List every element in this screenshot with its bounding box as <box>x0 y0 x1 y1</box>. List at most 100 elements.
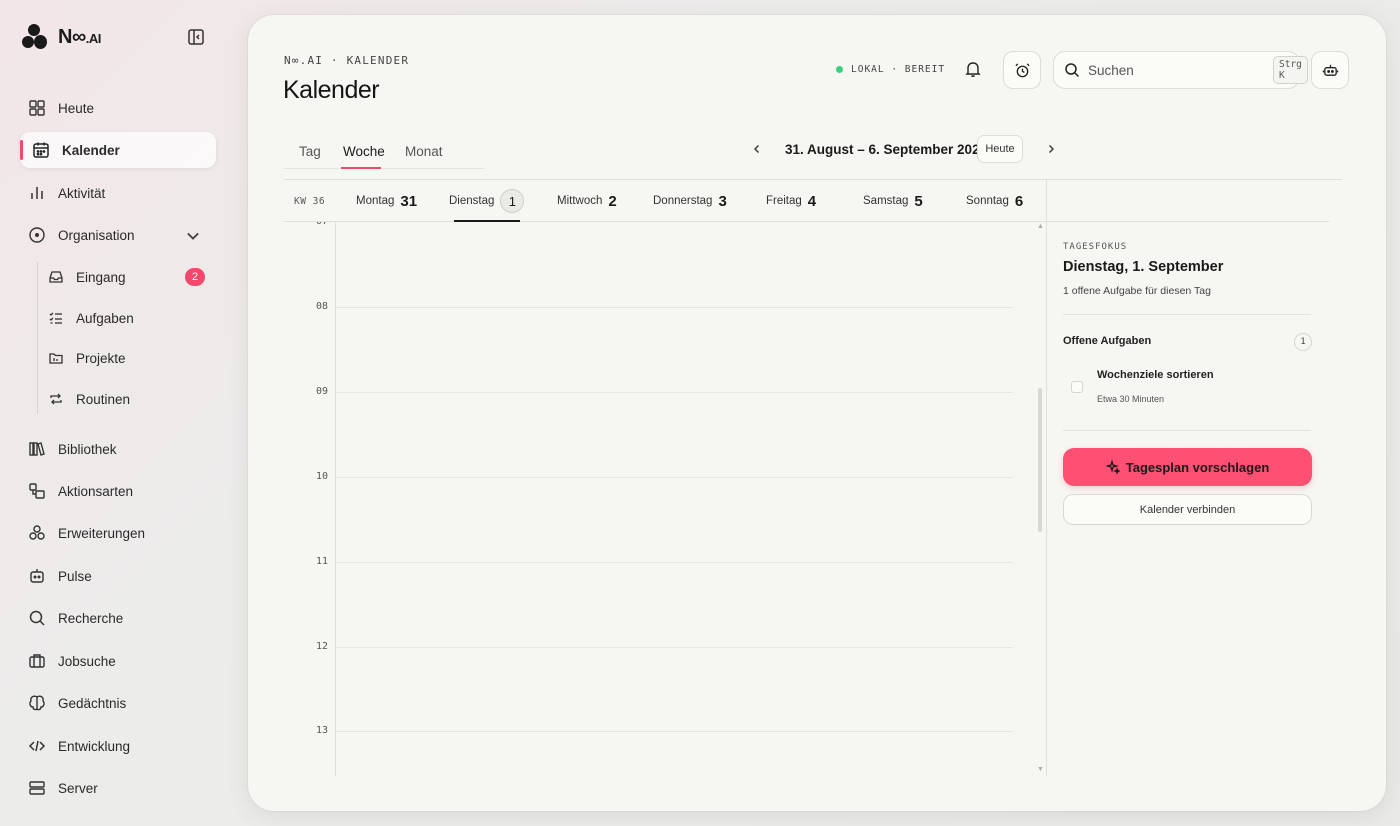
active-tab-indicator <box>341 167 381 169</box>
hour-line <box>336 477 1013 478</box>
search-icon <box>1065 63 1080 78</box>
hour-label: 11 <box>316 556 329 567</box>
briefcase-icon <box>29 654 45 668</box>
day-header-freitag[interactable]: Freitag 4 <box>766 180 816 222</box>
open-tasks-title: Offene Aufgaben <box>1063 335 1152 347</box>
sidebar-item-aufgaben[interactable]: Aufgaben <box>48 302 208 334</box>
chevron-left-icon[interactable] <box>751 143 763 155</box>
sidebar-item-label: Heute <box>58 100 95 116</box>
sidebar-item-eingang[interactable]: Eingang 2 <box>48 261 208 293</box>
day-header-dienstag[interactable]: Dienstag 1 <box>449 180 525 222</box>
sidebar-item-recherche[interactable]: Recherche <box>20 600 216 636</box>
sidebar-item-aktivitaet[interactable]: Aktivität <box>20 175 216 211</box>
day-header-mittwoch[interactable]: Mittwoch 2 <box>557 180 617 222</box>
scroll-up-icon[interactable]: ▲ <box>1037 223 1044 230</box>
sidebar-item-label: Entwicklung <box>58 738 131 754</box>
alarm-button[interactable] <box>1003 51 1041 89</box>
day-name: Dienstag <box>449 195 495 207</box>
sidebar-item-label: Aktivität <box>58 185 106 201</box>
unread-badge: 2 <box>185 268 205 286</box>
sidebar-item-projekte[interactable]: Projekte <box>48 342 208 374</box>
day-number: 6 <box>1014 192 1024 210</box>
search-input[interactable] <box>1088 62 1265 78</box>
week-calendar: KW 36 Montag 31 Dienstag 1 Mittwoch 2 Do… <box>284 179 1342 776</box>
puzzle-icon <box>29 525 45 540</box>
sidebar-item-kalender[interactable]: Kalender <box>20 132 216 168</box>
connect-calendar-button[interactable]: Kalender verbinden <box>1063 494 1312 525</box>
focus-label: TAGESFOKUS <box>1063 242 1128 252</box>
calendar-week-label: KW 36 <box>294 196 326 207</box>
day-name: Mittwoch <box>557 195 603 207</box>
date-range-label: 31. August – 6. September 2026 <box>785 142 988 157</box>
side-panel-header <box>1047 180 1329 222</box>
hour-line <box>336 392 1013 393</box>
bar-chart-icon <box>31 187 43 199</box>
time-grid[interactable]: 07 08 09 10 11 12 13 ▲ ▼ <box>284 222 1046 776</box>
scrollbar-thumb[interactable] <box>1038 388 1042 532</box>
search-icon <box>29 610 45 626</box>
divider <box>1063 430 1311 431</box>
day-name: Sonntag <box>966 195 1009 207</box>
shapes-icon <box>29 483 45 499</box>
focus-subtitle: 1 offene Aufgabe für diesen Tag <box>1063 285 1211 297</box>
scroll-down-icon[interactable]: ▼ <box>1037 766 1044 773</box>
view-tabs: Tag Woche Monat <box>284 135 484 169</box>
sidebar-item-heute[interactable]: Heute <box>20 90 216 126</box>
sidebar-item-gedaechtnis[interactable]: Gedächtnis <box>20 685 216 721</box>
brand-logo-icon <box>20 24 48 50</box>
divider <box>1063 314 1311 315</box>
day-header-donnerstag[interactable]: Donnerstag 3 <box>653 180 727 222</box>
sidebar-item-server[interactable]: Server <box>20 770 216 806</box>
sidebar-item-label: Pulse <box>58 568 92 584</box>
task-checkbox[interactable] <box>1071 381 1083 393</box>
assistant-button[interactable] <box>1311 51 1349 89</box>
hour-line <box>336 731 1013 732</box>
tab-monat[interactable]: Monat <box>405 144 443 159</box>
sidebar-item-label: Routinen <box>76 391 131 407</box>
day-number-today: 1 <box>500 189 525 213</box>
grid-icon <box>29 100 45 116</box>
sidebar-collapse-icon[interactable] <box>186 27 206 47</box>
tab-woche[interactable]: Woche <box>343 144 385 159</box>
hour-label: 09 <box>316 386 329 397</box>
hour-line <box>336 307 1013 308</box>
brand[interactable]: N∞.AI <box>20 24 101 50</box>
sidebar-item-routinen[interactable]: Routinen <box>48 383 208 415</box>
day-header-montag[interactable]: Montag 31 <box>356 180 417 222</box>
search-box[interactable]: Strg K <box>1053 51 1308 89</box>
day-number: 3 <box>718 192 727 210</box>
sidebar-item-organisation[interactable]: Organisation <box>20 217 216 253</box>
day-number: 31 <box>400 192 418 210</box>
day-number: 2 <box>608 192 617 210</box>
sidebar-item-aktionsarten[interactable]: Aktionsarten <box>20 473 216 509</box>
sidebar-item-jobsuche[interactable]: Jobsuche <box>20 643 216 679</box>
status-dot <box>836 66 843 73</box>
bot-icon <box>1322 64 1338 76</box>
suggest-day-plan-button[interactable]: Tagesplan vorschlagen <box>1063 448 1312 486</box>
sidebar-item-erweiterungen[interactable]: Erweiterungen <box>20 515 216 551</box>
day-name: Donnerstag <box>653 195 713 207</box>
library-icon <box>29 442 45 456</box>
day-number: 5 <box>914 192 923 210</box>
hour-label: 13 <box>316 725 329 736</box>
compass-icon <box>29 227 45 243</box>
breadcrumb: N∞.AI · KALENDER <box>284 54 410 67</box>
day-focus-panel: TAGESFOKUS Dienstag, 1. September 1 offe… <box>1046 180 1329 776</box>
day-number: 4 <box>807 192 817 210</box>
date-range-nav: 31. August – 6. September 2026 Heute <box>743 135 1063 165</box>
sidebar-item-pulse[interactable]: Pulse <box>20 558 216 594</box>
day-header-sonntag[interactable]: Sonntag 6 <box>966 180 1023 222</box>
chevron-down-icon[interactable] <box>184 227 202 245</box>
submenu-divider <box>37 262 38 414</box>
day-header-samstag[interactable]: Samstag 5 <box>863 180 923 222</box>
bell-icon[interactable] <box>964 60 982 78</box>
sidebar-item-bibliothek[interactable]: Bibliothek <box>20 431 216 467</box>
chevron-right-icon[interactable] <box>1045 143 1057 155</box>
sidebar-item-entwicklung[interactable]: Entwicklung <box>20 728 216 764</box>
today-button[interactable]: Heute <box>977 135 1023 163</box>
sidebar-item-label: Organisation <box>58 227 135 243</box>
checklist-icon <box>49 312 62 324</box>
sidebar-item-label: Gedächtnis <box>58 695 127 711</box>
tab-tag[interactable]: Tag <box>299 144 321 159</box>
sidebar-item-label: Kalender <box>62 142 120 158</box>
